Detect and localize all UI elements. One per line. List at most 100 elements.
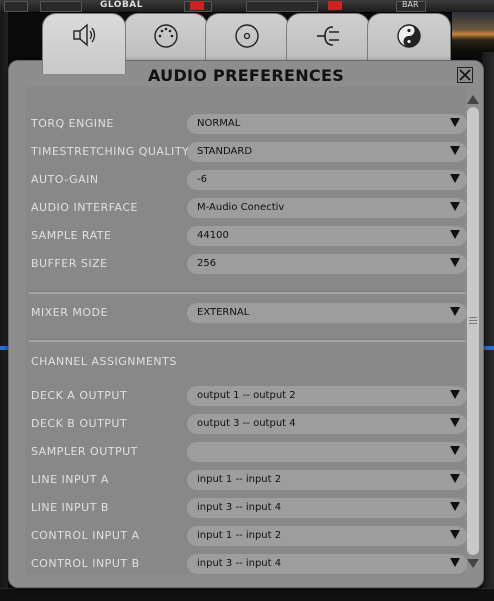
scroll-up-button[interactable] [467,95,479,104]
channel-row-deck-a: DECK A OUTPUT output 1 -- output 2 [31,386,471,406]
sampler-output-select[interactable] [187,442,467,462]
channel-row-control-a: CONTROL INPUT A input 1 -- input 2 [31,526,471,546]
dropdown-arrow-icon [450,118,460,127]
select-value: output 1 -- output 2 [197,390,296,401]
dropdown-arrow-icon [450,174,460,183]
dropdown-arrow-icon [450,230,460,239]
select-value: input 3 -- input 4 [197,558,282,569]
section-divider [29,291,465,294]
setting-row-auto-gain: AUTO-GAIN -6 [31,170,471,190]
tab-disc[interactable] [205,13,289,66]
channel-label: LINE INPUT A [31,473,109,486]
channel-label: LINE INPUT B [31,501,109,514]
yin-yang-icon [397,24,421,48]
dropdown-arrow-icon [450,307,460,316]
audio-interface-select[interactable]: M-Audio Conectiv [187,198,467,218]
tab-plugin[interactable] [286,13,370,66]
select-value: input 1 -- input 2 [197,530,282,541]
setting-label: AUTO-GAIN [31,173,99,186]
channel-label: DECK A OUTPUT [31,389,128,402]
channel-label: SAMPLER OUTPUT [31,445,138,458]
deck-b-output-select[interactable]: output 3 -- output 4 [187,414,467,434]
setting-label: TIMESTRETCHING QUALITY [31,145,190,158]
mixer-mode-select[interactable]: EXTERNAL [187,303,467,323]
scrollbar[interactable] [467,107,479,555]
line-input-a-select[interactable]: input 1 -- input 2 [187,470,467,490]
setting-row-timestretching: TIMESTRETCHING QUALITY STANDARD [31,142,471,162]
bg-segment [40,1,82,12]
dropdown-arrow-icon [450,202,460,211]
scroll-down-button[interactable] [467,559,479,568]
select-value: 256 [197,258,217,269]
timestretching-quality-select[interactable]: STANDARD [187,142,467,162]
tab-other[interactable] [367,13,451,66]
disc-icon [235,24,259,48]
bg-segment [4,1,28,12]
bg-playhead-marker [484,346,494,350]
buffer-size-select[interactable]: 256 [187,254,467,274]
dropdown-arrow-icon [450,474,460,483]
setting-label: AUDIO INTERFACE [31,201,139,214]
dropdown-arrow-icon [450,146,460,155]
setting-row-torq-engine: TORQ ENGINE NORMAL [31,114,471,134]
dropdown-arrow-icon [450,558,460,567]
bg-bar-label: BAR [402,0,419,9]
background-toolbar: GLOBAL BAR [0,0,494,13]
select-value: input 3 -- input 4 [197,502,282,513]
channel-label: CONTROL INPUT B [31,557,140,570]
bg-red-indicator [190,1,204,10]
setting-label: TORQ ENGINE [31,117,114,130]
channel-row-control-b: CONTROL INPUT B input 3 -- input 4 [31,554,471,574]
tab-midi[interactable] [124,13,208,66]
bg-segment [246,1,318,12]
close-button[interactable] [457,67,473,83]
channel-row-deck-b: DECK B OUTPUT output 3 -- output 4 [31,414,471,434]
select-value: STANDARD [197,146,253,157]
setting-row-buffer-size: BUFFER SIZE 256 [31,254,471,274]
audio-preferences-dialog: AUDIO PREFERENCES TORQ ENGINE NORMAL TIM… [8,60,484,588]
bg-left-panel [0,12,8,600]
select-value: EXTERNAL [197,307,250,318]
bg-bottom-strip [0,588,494,601]
control-input-b-select[interactable]: input 3 -- input 4 [187,554,467,574]
scrollbar-grip-icon [469,317,477,325]
select-value: 44100 [197,230,229,241]
setting-row-sample-rate: SAMPLE RATE 44100 [31,226,471,246]
bg-global-label: GLOBAL [100,0,144,10]
auto-gain-select[interactable]: -6 [187,170,467,190]
dropdown-arrow-icon [450,390,460,399]
channel-row-line-a: LINE INPUT A input 1 -- input 2 [31,470,471,490]
setting-row-audio-interface: AUDIO INTERFACE M-Audio Conectiv [31,198,471,218]
bg-deck-artwork [452,12,494,52]
dropdown-arrow-icon [450,530,460,539]
dropdown-arrow-icon [450,258,460,267]
preferences-pane: TORQ ENGINE NORMAL TIMESTRETCHING QUALIT… [25,87,467,575]
select-value: input 1 -- input 2 [197,474,282,485]
sample-rate-select[interactable]: 44100 [187,226,467,246]
control-input-a-select[interactable]: input 1 -- input 2 [187,526,467,546]
select-value: NORMAL [197,118,241,129]
select-value: output 3 -- output 4 [197,418,296,429]
select-value: -6 [197,174,207,185]
torq-engine-select[interactable]: NORMAL [187,114,467,134]
close-icon [459,69,471,81]
dropdown-arrow-icon [450,446,460,455]
select-value: M-Audio Conectiv [197,202,285,213]
dropdown-arrow-icon [450,502,460,511]
speaker-icon [73,23,96,47]
bg-red-indicator [328,1,342,10]
channel-row-sampler: SAMPLER OUTPUT [31,442,471,462]
setting-label: BUFFER SIZE [31,257,108,270]
tab-audio[interactable] [42,13,126,74]
deck-a-output-select[interactable]: output 1 -- output 2 [187,386,467,406]
channel-assignments-heading: CHANNEL ASSIGNMENTS [31,355,177,368]
channel-label: CONTROL INPUT A [31,529,140,542]
section-divider [29,339,465,342]
channel-label: DECK B OUTPUT [31,417,128,430]
setting-row-mixer-mode: MIXER MODE EXTERNAL [31,303,471,323]
setting-label: SAMPLE RATE [31,229,112,242]
channel-row-line-b: LINE INPUT B input 3 -- input 4 [31,498,471,518]
line-input-b-select[interactable]: input 3 -- input 4 [187,498,467,518]
midi-icon [154,24,178,48]
plug-icon [317,26,339,46]
